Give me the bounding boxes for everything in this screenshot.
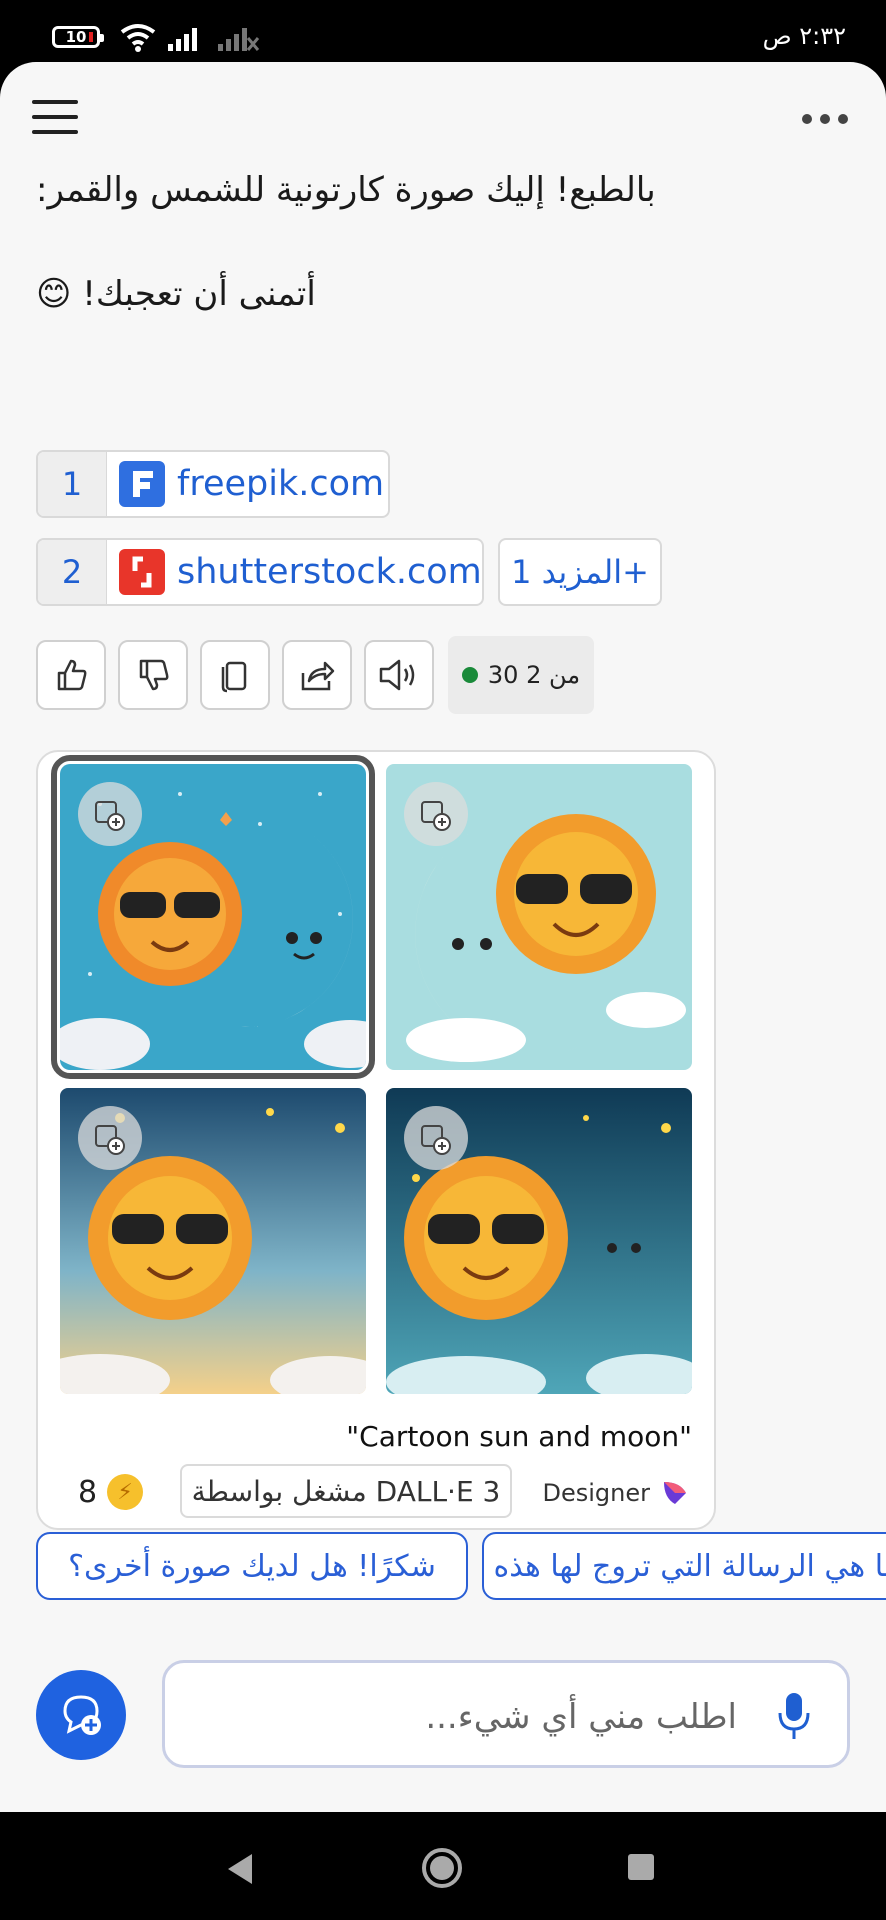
generated-image-4[interactable] (386, 1088, 692, 1394)
copy-icon (221, 661, 247, 693)
image-result-card: "Cartoon sun and moon" 8 ⚡ مشغل بواسطة D… (36, 750, 716, 1530)
new-topic-button[interactable] (36, 1670, 126, 1760)
shutterstock-icon (119, 549, 165, 595)
share-icon (301, 661, 335, 691)
read-aloud-button[interactable] (364, 640, 434, 710)
like-button[interactable] (36, 640, 106, 710)
citation-number: 1 (38, 452, 107, 516)
system-navigation-bar (0, 1812, 886, 1920)
generated-image-1[interactable] (51, 755, 375, 1079)
chat-screen: بالطبع! إليك صورة كارتونية للشمس والقمر:… (0, 62, 886, 1812)
chat-input-placeholder: اطلب مني أي شيء... (425, 1697, 737, 1737)
battery-level: 10 (65, 28, 87, 46)
citation-number: 2 (38, 540, 107, 604)
message-line-2: أتمنى أن تعجبك! 😊 (36, 274, 316, 314)
more-options-button[interactable] (802, 114, 848, 124)
share-button[interactable] (282, 640, 352, 710)
designer-label: Designer (542, 1479, 651, 1507)
designer-logo-icon (664, 1482, 686, 1504)
microphone-icon[interactable] (777, 1691, 811, 1741)
wifi-icon (120, 24, 156, 52)
boost-count: 8 (78, 1474, 98, 1510)
image-prompt-caption: "Cartoon sun and moon" (346, 1420, 692, 1453)
new-chat-icon (63, 1695, 101, 1735)
dislike-button[interactable] (118, 640, 188, 710)
suggestion-chip-2[interactable]: ما هي الرسالة التي تروج لها هذه الصورة؟ (482, 1532, 886, 1600)
add-to-collection-icon[interactable] (404, 782, 468, 846)
menu-button[interactable] (32, 100, 78, 140)
chat-input[interactable]: اطلب مني أي شيء... (162, 1660, 850, 1768)
add-to-collection-icon[interactable] (78, 782, 142, 846)
add-to-collection-icon[interactable] (404, 1106, 468, 1170)
citation-domain: shutterstock.com (177, 552, 482, 592)
more-citations-button[interactable]: المزيد 1+ (498, 538, 662, 606)
battery-icon: 10 (52, 26, 104, 48)
citation-domain: freepik.com (177, 464, 385, 504)
response-counter: 30 من 2 (448, 636, 594, 714)
generated-image-3[interactable] (60, 1088, 366, 1394)
boost-counter: 8 ⚡ (78, 1474, 144, 1510)
freepik-icon (119, 461, 165, 507)
signal-icon (168, 28, 197, 51)
lightning-icon: ⚡ (107, 1474, 144, 1510)
powered-by-dalle-label[interactable]: مشغل بواسطة DALL·E 3 (180, 1464, 512, 1518)
recent-apps-icon[interactable] (628, 1854, 654, 1880)
designer-link[interactable]: Designer (543, 1478, 691, 1508)
message-line-1: بالطبع! إليك صورة كارتونية للشمس والقمر: (36, 170, 656, 210)
citation-2[interactable]: 2 shutterstock.com (36, 538, 484, 606)
counter-text: 30 من 2 (487, 661, 581, 689)
suggestion-chip-1[interactable]: شكرًا! هل لديك صورة أخرى؟ (36, 1532, 468, 1600)
clock: ٢:٣٢ ص (762, 22, 846, 50)
status-dot (461, 667, 478, 683)
speaker-icon (379, 659, 415, 691)
back-icon[interactable] (224, 1852, 254, 1886)
dislike-icon (139, 659, 169, 691)
signal-off-icon (218, 28, 260, 51)
like-icon (57, 659, 87, 691)
status-bar: 10 ٢:٣٢ ص (0, 0, 886, 62)
citation-1[interactable]: 1 freepik.com (36, 450, 390, 518)
generated-image-2[interactable] (386, 764, 692, 1070)
home-icon[interactable] (420, 1846, 464, 1890)
add-to-collection-icon[interactable] (78, 1106, 142, 1170)
copy-button[interactable] (200, 640, 270, 710)
